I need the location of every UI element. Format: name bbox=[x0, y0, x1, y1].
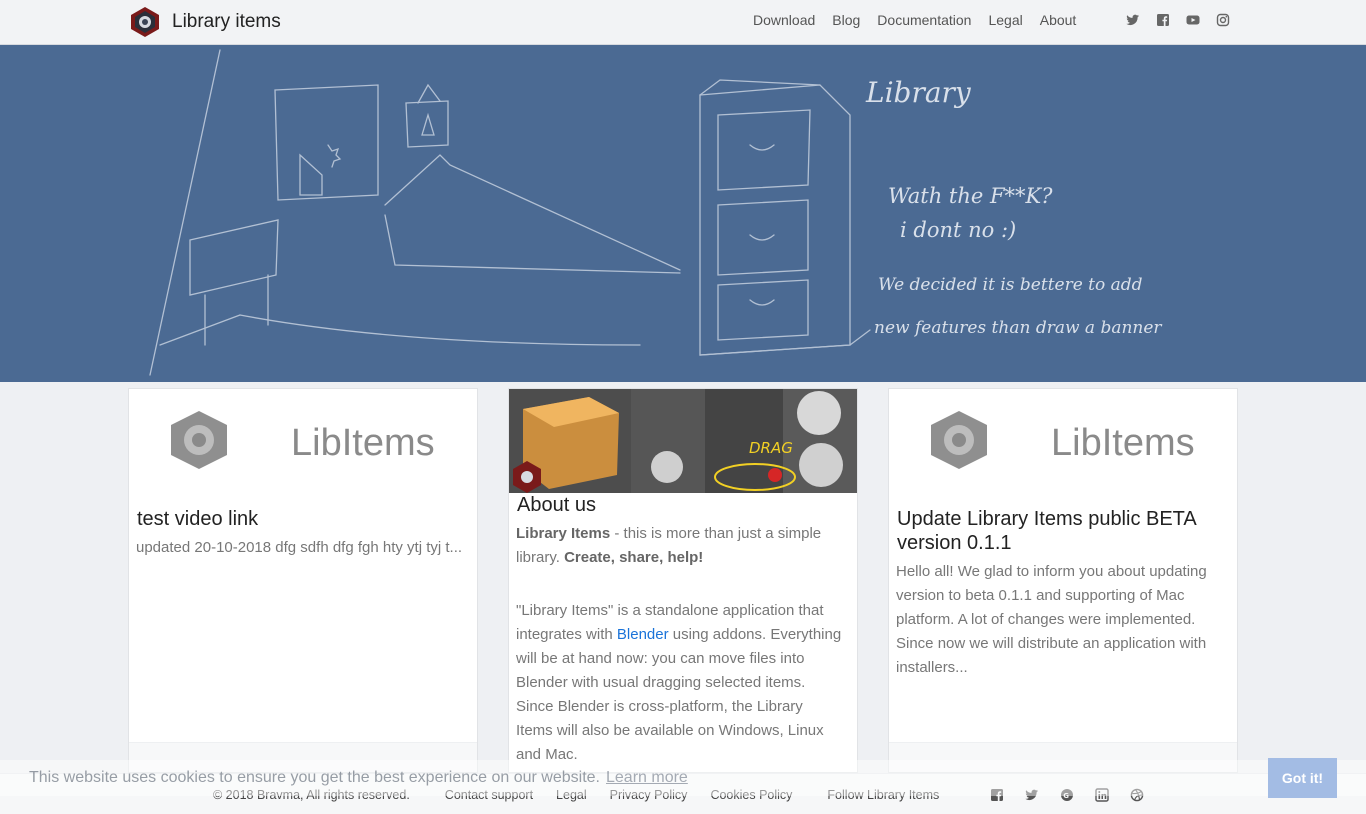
cookie-banner: This website uses cookies to ensure you … bbox=[0, 760, 1366, 796]
logo-text: LibItems bbox=[291, 422, 435, 464]
nav-about[interactable]: About bbox=[1040, 12, 1077, 28]
lead-bold: Library Items bbox=[516, 525, 611, 542]
blender-screenshot: DRAG bbox=[509, 389, 857, 493]
brand-name: Library items bbox=[172, 11, 281, 32]
banner-line-4: We decided it is bettere to add bbox=[878, 275, 1143, 295]
libitems-logo: LibItems bbox=[171, 411, 435, 469]
cookie-message: This website uses cookies to ensure you … bbox=[29, 769, 688, 787]
post-card[interactable]: LibItems test video link updated 20-10-2… bbox=[128, 388, 478, 773]
nav-documentation[interactable]: Documentation bbox=[877, 12, 971, 28]
logo-icon bbox=[131, 7, 159, 37]
logo-icon bbox=[931, 411, 987, 469]
card-excerpt: Hello all! We glad to inform you about u… bbox=[896, 563, 1207, 676]
about-card: DRAG About us Library Items - this is mo… bbox=[508, 388, 858, 773]
card-excerpt: updated 20-10-2018 dfg sdfh dfg fgh hty … bbox=[136, 539, 463, 556]
nav-blog[interactable]: Blog bbox=[832, 12, 860, 28]
nav-download[interactable]: Download bbox=[753, 12, 815, 28]
banner-line-2: Wath the F**K? bbox=[888, 184, 1053, 208]
blender-link[interactable]: Blender bbox=[617, 626, 669, 643]
main-nav: Download Blog Documentation Legal About bbox=[753, 12, 1093, 28]
facebook-icon[interactable] bbox=[1156, 13, 1170, 27]
card-title[interactable]: Update Library Items public BETA version… bbox=[897, 507, 1221, 555]
navbar: Library items Download Blog Documentatio… bbox=[0, 0, 1366, 45]
body-text-2: using addons. Everything will be at hand… bbox=[516, 626, 842, 763]
cookie-text: This website uses cookies to ensure you … bbox=[29, 769, 600, 786]
libitems-logo: LibItems bbox=[931, 411, 1195, 469]
lead-bold-2: Create, share, help! bbox=[564, 549, 704, 566]
banner-sketch: Library Wath the F**K? i dont no :) We d… bbox=[149, 49, 1162, 376]
cookie-learn-more-link[interactable]: Learn more bbox=[606, 769, 688, 786]
banner-line-1: Library bbox=[865, 76, 972, 109]
instagram-icon[interactable] bbox=[1216, 13, 1230, 27]
twitter-icon[interactable] bbox=[1126, 13, 1140, 27]
nav-legal[interactable]: Legal bbox=[988, 12, 1022, 28]
cookie-accept-button[interactable]: Got it! bbox=[1268, 758, 1337, 798]
post-card[interactable]: LibItems Update Library Items public BET… bbox=[888, 388, 1238, 773]
youtube-icon[interactable] bbox=[1186, 13, 1200, 27]
about-body: "Library Items" is a standalone applicat… bbox=[516, 599, 843, 767]
drag-label: DRAG bbox=[749, 439, 793, 457]
hero-banner: Library Wath the F**K? i dont no :) We d… bbox=[0, 45, 1366, 382]
header-social bbox=[1126, 13, 1246, 27]
banner-line-5: new features than draw a banner bbox=[874, 318, 1162, 338]
about-lead: Library Items - this is more than just a… bbox=[516, 522, 843, 570]
logo-icon bbox=[171, 411, 227, 469]
banner-line-3: i dont no :) bbox=[900, 218, 1016, 242]
card-title[interactable]: test video link bbox=[137, 507, 461, 531]
logo-text: LibItems bbox=[1051, 422, 1195, 464]
card-title: About us bbox=[517, 494, 596, 516]
brand[interactable]: Library items bbox=[128, 6, 281, 38]
